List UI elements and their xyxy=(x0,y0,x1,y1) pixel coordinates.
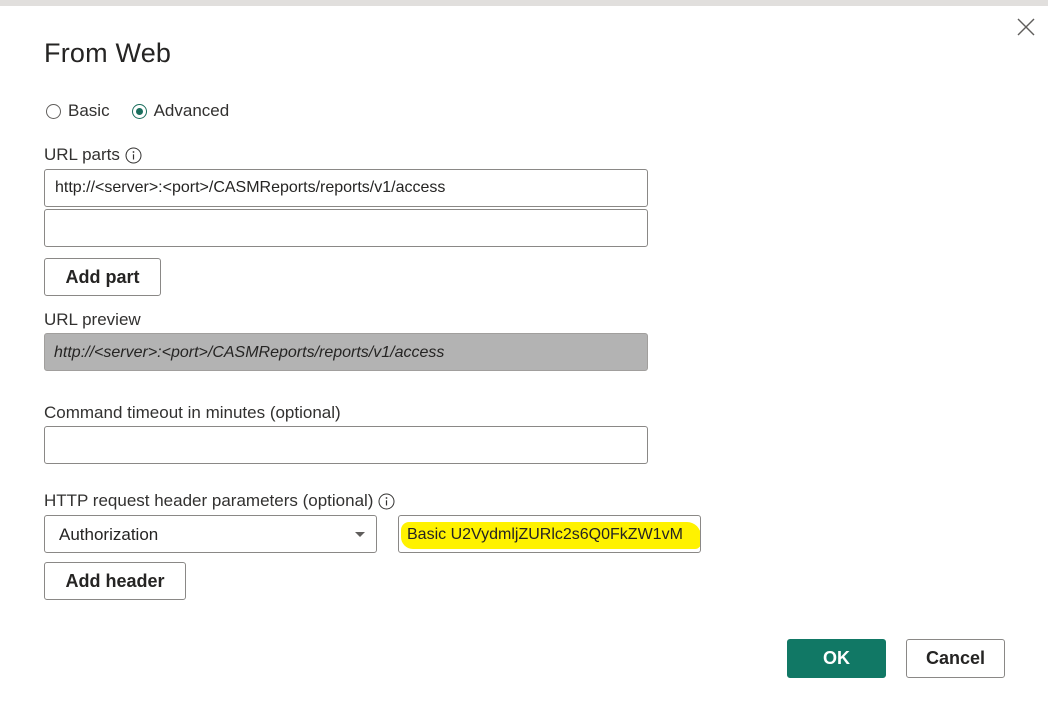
window-top-border xyxy=(0,0,1048,6)
url-preview-field: http://<server>:<port>/CASMReports/repor… xyxy=(44,333,648,371)
advanced-radio[interactable]: Advanced xyxy=(131,101,230,121)
add-part-button[interactable]: Add part xyxy=(44,258,161,296)
dialog-title: From Web xyxy=(44,38,172,68)
mode-radio-group: Basic Advanced xyxy=(46,101,251,121)
basic-radio[interactable]: Basic xyxy=(46,101,110,121)
info-icon[interactable] xyxy=(378,493,395,510)
advanced-radio-label: Advanced xyxy=(153,101,230,120)
url-parts-label: URL parts xyxy=(44,145,120,164)
timeout-input[interactable] xyxy=(44,426,648,464)
headers-label-row: HTTP request header parameters (optional… xyxy=(44,491,395,511)
url-part-2-input[interactable] xyxy=(44,209,648,247)
info-icon[interactable] xyxy=(125,147,142,164)
close-icon[interactable] xyxy=(1013,14,1039,40)
chevron-down-icon xyxy=(355,532,365,537)
timeout-label: Command timeout in minutes (optional) xyxy=(44,403,341,422)
cancel-button[interactable]: Cancel xyxy=(906,639,1005,678)
basic-radio-label: Basic xyxy=(68,101,110,120)
basic-radio-circle[interactable] xyxy=(46,103,61,119)
header-value-text: Basic U2VydmljZURlc2s6Q0FkZW1vM xyxy=(407,526,683,543)
url-part-1-input[interactable] xyxy=(44,169,648,207)
ok-button[interactable]: OK xyxy=(787,639,886,678)
url-preview-label: URL preview xyxy=(44,310,141,329)
headers-label: HTTP request header parameters (optional… xyxy=(44,491,374,510)
add-header-button[interactable]: Add header xyxy=(44,562,186,600)
header-name-selected: Authorization xyxy=(59,525,159,544)
header-name-dropdown[interactable]: Authorization xyxy=(44,515,377,553)
advanced-radio-circle[interactable] xyxy=(131,103,147,119)
url-parts-label-row: URL parts xyxy=(44,145,142,165)
header-value-input[interactable]: Basic U2VydmljZURlc2s6Q0FkZW1vM xyxy=(398,515,701,553)
